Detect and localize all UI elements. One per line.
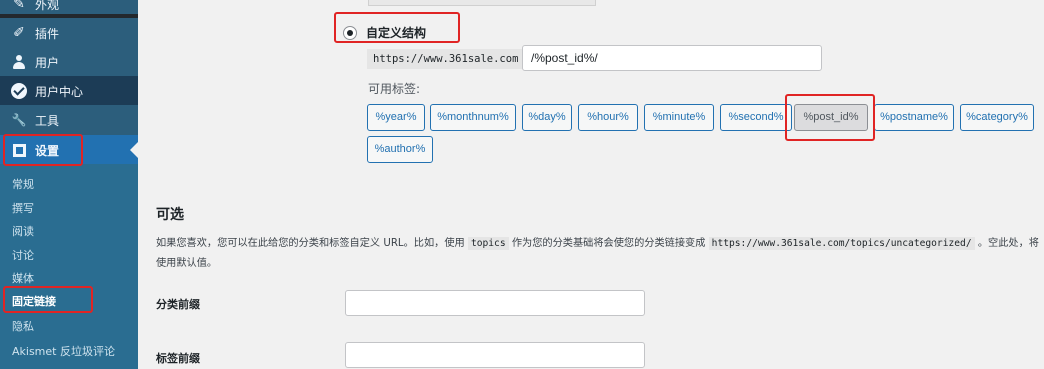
tag-year-button[interactable]: %year% (367, 104, 425, 131)
tag-base-input[interactable] (345, 342, 645, 368)
menu-tools[interactable]: 🔧 工具 (0, 105, 138, 135)
settings-submenu: 常规 撰写 阅读 讨论 媒体 固定链接 隐私 Akismet 反垃圾评论 (0, 164, 138, 369)
custom-structure-radio[interactable] (343, 25, 357, 40)
user-center-icon (9, 83, 29, 99)
desc-code-example-url: https://www.361sale.com/topics/uncategor… (708, 237, 975, 250)
menu-settings-label: 设置 (35, 143, 60, 158)
tag-category-button[interactable]: %category% (960, 104, 1034, 131)
permalink-structure-input[interactable]: /%post_id%/ (522, 45, 822, 71)
user-icon (9, 54, 29, 70)
previous-option-edge (368, 0, 596, 6)
tag-base-label: 标签前缀 (156, 352, 200, 365)
submenu-permalinks[interactable]: 固定链接 (12, 293, 56, 309)
wrench-icon: 🔧 (11, 113, 27, 127)
submenu-writing[interactable]: 撰写 (12, 200, 34, 216)
settings-content: 自定义结构 https://www.361sale.com /%post_id%… (138, 0, 1044, 369)
optional-section-title: 可选 (156, 207, 184, 223)
plugin-icon: ✐ (13, 25, 25, 41)
menu-appearance-label: 外观 (35, 0, 60, 12)
menu-tools-label: 工具 (35, 113, 60, 128)
tag-postname-button[interactable]: %postname% (874, 104, 954, 131)
menu-user-center-label: 用户中心 (35, 84, 84, 99)
menu-users-label: 用户 (35, 55, 60, 70)
available-tags-label: 可用标签: (368, 82, 421, 96)
submenu-akismet[interactable]: Akismet 反垃圾评论 (12, 343, 115, 359)
menu-users[interactable]: 用户 (0, 47, 138, 77)
menu-settings[interactable]: 设置 (0, 135, 138, 165)
tag-day-button[interactable]: %day% (522, 104, 572, 131)
desc-code-topics: topics (467, 237, 509, 250)
desc-text-1: 如果您喜欢，您可以在此给您的分类和标签自定义 URL。比如，使用 (156, 238, 465, 249)
desc-text-2: 作为您的分类基础将会使您的分类链接变成 (511, 238, 706, 249)
admin-sidebar: ✎ 外观 ✐ 插件 用户 用户中心 🔧 工具 设置 常规 撰写 阅读 讨论 媒体… (0, 0, 138, 369)
base-url-code: https://www.361sale.com (367, 49, 525, 69)
submenu-privacy[interactable]: 隐私 (12, 318, 34, 334)
tag-minute-button[interactable]: %minute% (644, 104, 714, 131)
tag-post-id-button[interactable]: %post_id% (794, 104, 868, 131)
settings-icon (9, 142, 29, 158)
menu-plugins[interactable]: ✐ 插件 (0, 18, 138, 48)
tag-hour-button[interactable]: %hour% (578, 104, 638, 131)
paintbrush-icon: ✎ (13, 0, 25, 12)
menu-user-center[interactable]: 用户中心 (0, 76, 138, 106)
tag-monthnum-button[interactable]: %monthnum% (430, 104, 516, 131)
category-base-label: 分类前缀 (156, 298, 200, 311)
menu-plugins-label: 插件 (35, 26, 60, 41)
submenu-reading[interactable]: 阅读 (12, 223, 34, 239)
tag-author-button[interactable]: %author% (367, 136, 433, 163)
submenu-discussion[interactable]: 讨论 (12, 247, 34, 263)
custom-structure-label: 自定义结构 (366, 26, 427, 40)
custom-structure-option[interactable]: 自定义结构 (343, 24, 426, 41)
submenu-general[interactable]: 常规 (12, 176, 34, 192)
tag-second-button[interactable]: %second% (720, 104, 792, 131)
submenu-media[interactable]: 媒体 (12, 270, 34, 286)
category-base-input[interactable] (345, 290, 645, 316)
optional-description: 如果您喜欢，您可以在此给您的分类和标签自定义 URL。比如，使用 topics … (156, 234, 1044, 274)
menu-appearance[interactable]: ✎ 外观 (0, 0, 138, 14)
